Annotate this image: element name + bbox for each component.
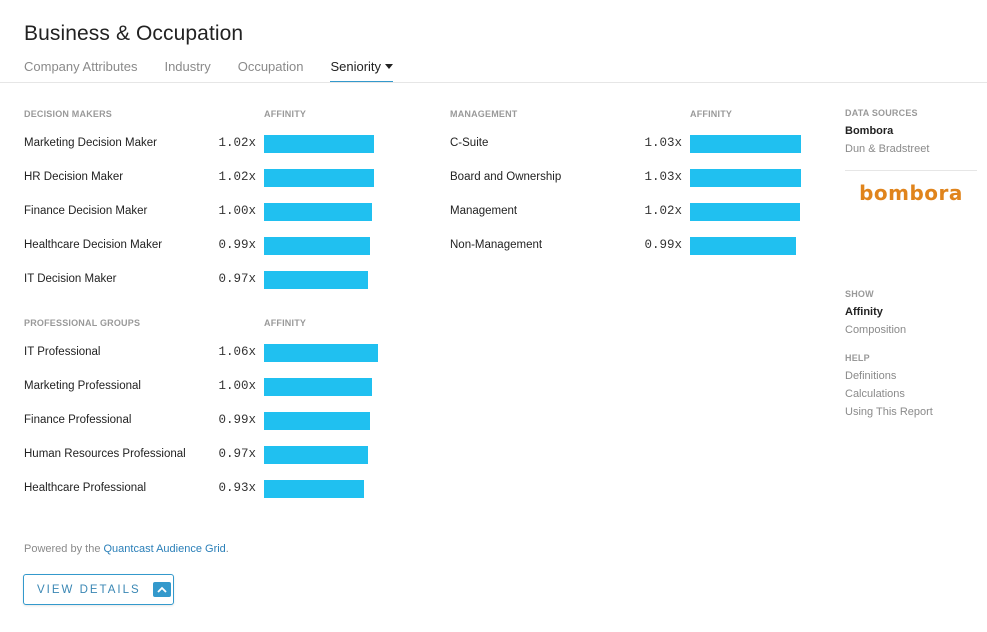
table-row: IT Professional 1.06x <box>24 344 384 362</box>
row-label: Non-Management <box>450 239 543 251</box>
affinity-value: 0.99x <box>218 238 256 252</box>
row-label: Finance Professional <box>24 414 132 426</box>
tab-company-attributes[interactable]: Company Attributes <box>24 58 137 83</box>
affinity-bar <box>264 135 374 153</box>
tab-bar: Company Attributes Industry Occupation S… <box>24 58 420 83</box>
affinity-value: 1.03x <box>644 170 682 184</box>
affinity-value: 1.02x <box>644 204 682 218</box>
row-label: Marketing Professional <box>24 380 141 392</box>
affinity-bar <box>690 203 800 221</box>
powered-suffix: . <box>225 543 229 555</box>
show-composition[interactable]: Composition <box>845 321 977 339</box>
affinity-bar <box>690 237 796 255</box>
view-details-label: VIEW DETAILS <box>37 583 141 596</box>
affinity-bar <box>264 237 370 255</box>
affinity-bar <box>264 412 370 430</box>
table-row: C-Suite 1.03x <box>450 135 810 153</box>
section-title: MANAGEMENT <box>450 109 518 119</box>
tab-seniority[interactable]: Seniority <box>330 58 394 83</box>
row-label: Board and Ownership <box>450 171 562 183</box>
section-title: DECISION MAKERS <box>24 109 113 119</box>
affinity-value: 1.00x <box>218 204 256 218</box>
data-source-bombora[interactable]: Bombora <box>845 122 977 140</box>
tab-occupation[interactable]: Occupation <box>238 58 304 83</box>
bombora-logo: bombora <box>859 181 963 205</box>
powered-prefix: Powered by the <box>24 543 104 555</box>
affinity-value: 0.97x <box>218 447 256 461</box>
affinity-column-header: AFFINITY <box>264 318 307 328</box>
row-label: HR Decision Maker <box>24 171 124 183</box>
row-label: Healthcare Professional <box>24 482 147 494</box>
data-source-dun-bradstreet[interactable]: Dun & Bradstreet <box>845 140 977 158</box>
affinity-value: 1.03x <box>644 136 682 150</box>
table-row: Marketing Professional 1.00x <box>24 378 384 396</box>
affinity-bar <box>264 271 368 289</box>
powered-by-text: Powered by the Quantcast Audience Grid. <box>24 543 229 555</box>
affinity-value: 0.99x <box>644 238 682 252</box>
professional-groups-section: PROFESSIONAL GROUPS AFFINITY IT Professi… <box>24 318 384 508</box>
row-label: C-Suite <box>450 137 489 149</box>
help-definitions-link[interactable]: Definitions <box>845 367 977 385</box>
affinity-value: 1.06x <box>218 345 256 359</box>
table-row: Human Resources Professional 0.97x <box>24 446 384 464</box>
row-label: Human Resources Professional <box>24 448 186 460</box>
help-title: HELP <box>845 353 870 363</box>
table-row: Non-Management 0.99x <box>450 237 810 255</box>
table-row: Healthcare Professional 0.93x <box>24 480 384 498</box>
quantcast-audience-grid-link[interactable]: Quantcast Audience Grid <box>104 543 226 555</box>
affinity-bar <box>264 446 368 464</box>
affinity-column-header: AFFINITY <box>264 109 307 119</box>
affinity-bar <box>264 480 364 498</box>
row-label: Management <box>450 205 518 217</box>
table-row: Healthcare Decision Maker 0.99x <box>24 237 384 255</box>
affinity-value: 0.99x <box>218 413 256 427</box>
tab-seniority-label: Seniority <box>330 59 382 74</box>
table-row: Marketing Decision Maker 1.02x <box>24 135 384 153</box>
show-title: SHOW <box>845 289 874 299</box>
affinity-bar <box>264 344 378 362</box>
help-using-this-report-link[interactable]: Using This Report <box>845 403 977 421</box>
management-section: MANAGEMENT AFFINITY C-Suite 1.03x Board an… <box>450 109 810 269</box>
sidebar: DATA SOURCES Bombora Dun & Bradstreet bo… <box>845 108 977 421</box>
chevron-up-icon <box>152 582 171 597</box>
show-affinity[interactable]: Affinity <box>845 303 977 321</box>
view-details-button[interactable]: VIEW DETAILS <box>23 574 174 605</box>
table-row: HR Decision Maker 1.02x <box>24 169 384 187</box>
affinity-bar <box>690 169 801 187</box>
row-label: Finance Decision Maker <box>24 205 148 217</box>
affinity-value: 1.02x <box>218 136 256 150</box>
affinity-bar <box>264 203 372 221</box>
affinity-value: 0.97x <box>218 272 256 286</box>
affinity-value: 1.00x <box>218 379 256 393</box>
page-title: Business & Occupation <box>24 22 244 45</box>
row-label: Marketing Decision Maker <box>24 137 157 149</box>
table-row: Finance Decision Maker 1.00x <box>24 203 384 221</box>
tab-industry[interactable]: Industry <box>164 58 210 83</box>
row-label: IT Professional <box>24 346 101 358</box>
row-label: Healthcare Decision Maker <box>24 239 163 251</box>
help-calculations-link[interactable]: Calculations <box>845 385 977 403</box>
section-title: PROFESSIONAL GROUPS <box>24 318 141 328</box>
affinity-bar <box>264 378 372 396</box>
sidebar-divider <box>845 170 977 171</box>
affinity-bar <box>690 135 801 153</box>
row-label: IT Decision Maker <box>24 273 117 285</box>
table-row: Board and Ownership 1.03x <box>450 169 810 187</box>
table-row: Management 1.02x <box>450 203 810 221</box>
caret-down-icon <box>385 64 394 70</box>
affinity-column-header: AFFINITY <box>690 109 733 119</box>
affinity-bar <box>264 169 374 187</box>
affinity-value: 1.02x <box>218 170 256 184</box>
affinity-value: 0.93x <box>218 481 256 495</box>
decision-makers-section: DECISION MAKERS AFFINITY Marketing Decis… <box>24 109 384 299</box>
data-sources-title: DATA SOURCES <box>845 108 918 118</box>
tabs-divider <box>0 82 987 83</box>
table-row: IT Decision Maker 0.97x <box>24 271 384 289</box>
table-row: Finance Professional 0.99x <box>24 412 384 430</box>
